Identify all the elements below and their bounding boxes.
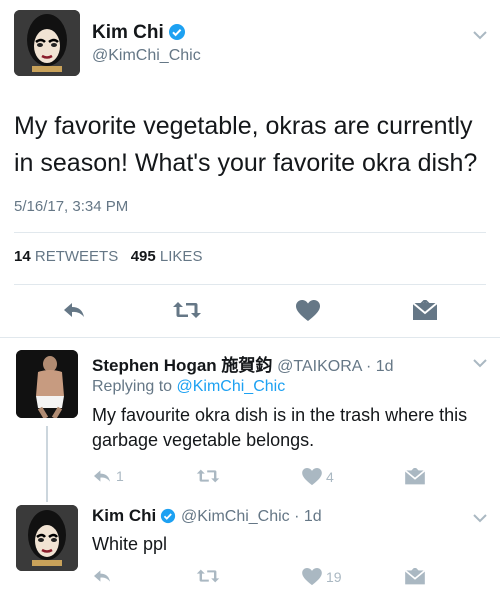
tweet-stats: 14 RETWEETS 495 LIKES <box>14 248 202 265</box>
handle-time[interactable]: @TAIKORA · 1d <box>277 358 393 375</box>
reply-button[interactable] <box>62 300 86 320</box>
avatar[interactable] <box>16 505 78 571</box>
direct-message-button[interactable] <box>404 568 426 586</box>
like-button[interactable]: 4 <box>302 468 334 486</box>
tweet-text: My favorite vegetable, okras are current… <box>14 112 478 177</box>
like-count: 19 <box>326 569 342 585</box>
replying-to: Replying to @KimChi_Chic <box>92 378 286 395</box>
tweet-timestamp[interactable]: 5/16/17, 3:34 PM <box>14 198 128 215</box>
divider <box>14 232 486 233</box>
like-button[interactable] <box>296 300 320 322</box>
reply-icon <box>94 570 110 582</box>
chevron-down-icon[interactable] <box>472 358 488 368</box>
heart-icon <box>302 568 322 586</box>
retweet-button[interactable] <box>196 568 224 584</box>
direct-message-button[interactable] <box>404 468 426 486</box>
retweet-icon <box>196 469 220 483</box>
reply-header: Kim Chi @KimChi_Chic · 1d <box>92 506 322 526</box>
avatar-image <box>16 350 78 418</box>
chevron-down-icon[interactable] <box>472 30 488 40</box>
avatar[interactable] <box>16 350 78 418</box>
reply-count: 1 <box>116 468 124 484</box>
reply-header: Stephen Hogan 施賀鈞 @TAIKORA · 1d <box>92 351 394 376</box>
heart-icon <box>296 300 320 321</box>
avatar-image <box>14 10 80 76</box>
chevron-down-icon[interactable] <box>472 513 488 523</box>
envelope-icon <box>404 468 426 485</box>
verified-badge-icon <box>160 508 176 524</box>
envelope-icon <box>412 300 438 320</box>
reply-text: White ppl <box>92 534 168 554</box>
retweets-stat[interactable]: 14 RETWEETS <box>14 248 118 265</box>
like-count: 4 <box>326 469 334 485</box>
verified-badge-icon <box>168 23 186 41</box>
reply-icon <box>94 470 110 482</box>
divider <box>14 284 486 285</box>
replying-to-link[interactable]: @KimChi_Chic <box>177 378 286 395</box>
heart-icon <box>302 468 322 486</box>
handle-time[interactable]: @KimChi_Chic · 1d <box>181 508 322 525</box>
retweet-button[interactable] <box>172 300 202 320</box>
divider <box>0 337 500 338</box>
thread-line <box>46 426 48 502</box>
retweet-button[interactable] <box>196 468 224 484</box>
reply-icon <box>64 303 84 317</box>
retweet-icon <box>196 569 220 583</box>
envelope-icon <box>404 568 426 585</box>
reply-button[interactable]: 1 <box>92 468 124 484</box>
avatar[interactable] <box>14 10 80 76</box>
retweet-icon <box>173 302 201 318</box>
like-button[interactable]: 19 <box>302 568 342 586</box>
reply-text: My favourite okra dish is in the trash w… <box>92 405 468 450</box>
reply-button[interactable] <box>92 568 116 584</box>
likes-stat[interactable]: 495 LIKES <box>131 248 203 265</box>
display-name[interactable]: Kim Chi <box>92 22 186 44</box>
direct-message-button[interactable] <box>412 300 438 322</box>
user-handle[interactable]: @KimChi_Chic <box>92 47 201 65</box>
avatar-image <box>16 505 78 571</box>
display-name[interactable]: Kim Chi <box>92 506 156 525</box>
display-name[interactable]: Stephen Hogan 施賀鈞 <box>92 356 272 375</box>
